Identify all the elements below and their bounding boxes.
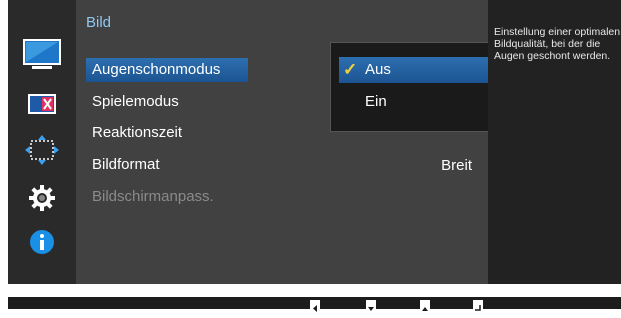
menu-item-label: Augenschonmodus — [92, 61, 221, 78]
button-guide-bar — [8, 297, 621, 312]
up-button-icon[interactable] — [420, 300, 430, 311]
option-label: Aus — [365, 61, 391, 78]
color-icon[interactable] — [8, 93, 76, 115]
menu-item-augenschonmodus[interactable]: Augenschonmodus — [86, 58, 248, 82]
menu-item-label: Spielemodus — [92, 93, 179, 110]
menu-item-reaktionszeit[interactable]: Reaktionszeit — [86, 121, 182, 145]
sidebar — [8, 0, 76, 284]
menu-item-label: Bildschirmanpass. — [92, 188, 214, 205]
osd-menu: Bild Augenschonmodus Spielemodus Reaktio… — [8, 0, 621, 284]
bildformat-value: Breit — [441, 157, 472, 174]
picture-icon[interactable] — [8, 38, 76, 70]
size-position-icon[interactable] — [8, 134, 76, 166]
picture-menu: Bild Augenschonmodus Spielemodus Reaktio… — [76, 0, 546, 284]
menu-title: Bild — [86, 14, 112, 31]
enter-button-icon[interactable] — [473, 300, 483, 311]
option-label: Ein — [365, 93, 387, 110]
settings-gear-icon[interactable] — [8, 184, 76, 212]
down-button-icon[interactable] — [366, 300, 376, 311]
menu-item-bildformat[interactable]: Bildformat — [86, 153, 160, 177]
info-icon[interactable] — [8, 229, 76, 255]
menu-item-spielemodus[interactable]: Spielemodus — [86, 90, 179, 114]
check-icon: ✓ — [343, 60, 358, 79]
menu-item-label: Reaktionszeit — [92, 124, 183, 141]
left-button-icon[interactable] — [310, 300, 320, 312]
menu-item-bildschirmanpass: Bildschirmanpass. — [86, 185, 214, 209]
help-text: Einstellung einer optimalen Bildqualität… — [494, 26, 621, 62]
help-panel: Einstellung einer optimalen Bildqualität… — [488, 0, 621, 284]
menu-item-label: Bildformat — [92, 156, 160, 173]
